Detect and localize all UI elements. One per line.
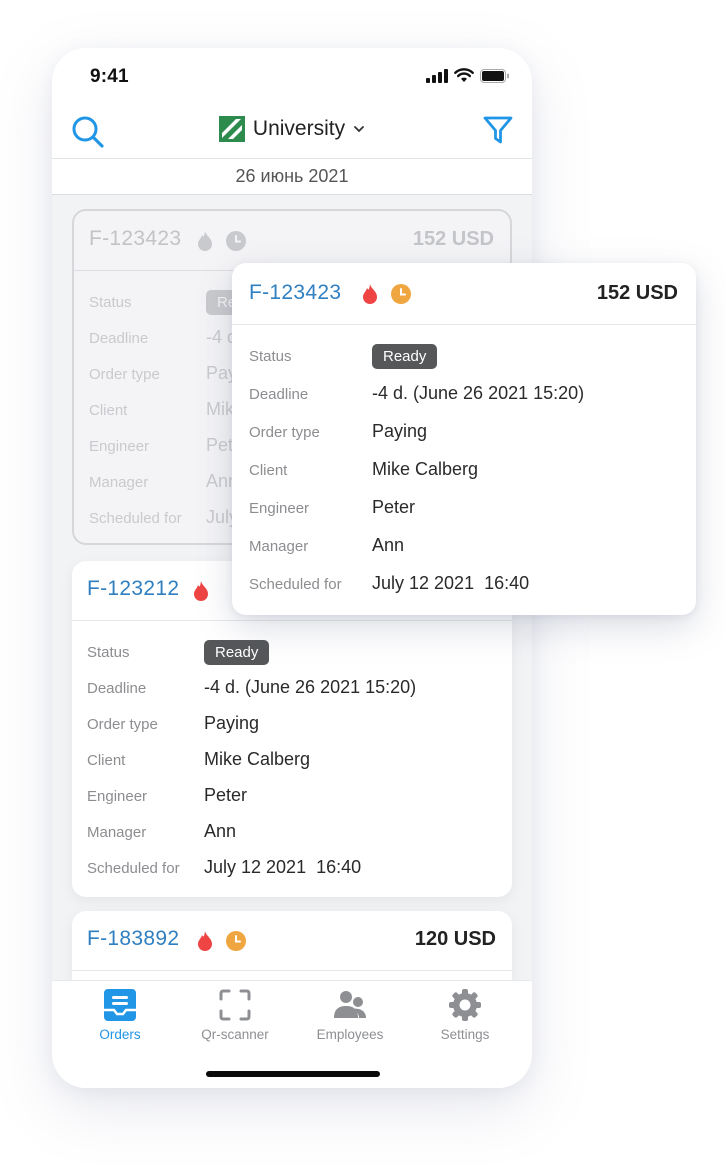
- field-row-deadline: Deadline -4 d. (June 26 2021 15:20): [72, 671, 512, 707]
- field-label: Client: [87, 752, 126, 769]
- field-label: Scheduled for: [89, 510, 182, 527]
- order-flags: [361, 283, 412, 305]
- field-label: Client: [249, 462, 288, 479]
- order-flags: [196, 930, 247, 952]
- tab-settings[interactable]: Settings: [410, 987, 520, 1042]
- tab-label: Qr-scanner: [201, 1027, 269, 1042]
- field-label: Manager: [249, 538, 309, 555]
- field-label: Engineer: [249, 500, 310, 517]
- field-label: Deadline: [249, 386, 309, 403]
- home-indicator[interactable]: [206, 1071, 380, 1077]
- battery-icon: [480, 68, 509, 83]
- filter-icon: [483, 116, 513, 144]
- field-value: Paying: [372, 421, 428, 441]
- urgent-fire-icon: [194, 581, 208, 601]
- field-row-status: Status Ready: [232, 339, 696, 377]
- field-row-manager: Manager Ann: [232, 529, 696, 567]
- order-card-header: F-123423 152 USD: [232, 263, 696, 325]
- clock-icon: [226, 931, 246, 951]
- field-label: Status: [87, 644, 130, 661]
- top-nav-bar: University: [52, 104, 532, 158]
- tab-qr-scanner[interactable]: Qr-scanner: [180, 987, 290, 1042]
- tab-employees[interactable]: Employees: [295, 987, 405, 1042]
- clock-icon: [226, 231, 246, 251]
- field-value: -4 d. (June 26 2021 15:20): [204, 677, 417, 697]
- urgent-fire-icon: [198, 931, 212, 951]
- field-label: Manager: [89, 474, 149, 491]
- gear-icon: [449, 989, 481, 1021]
- tab-label: Orders: [99, 1027, 141, 1042]
- field-row-scheduled: Scheduled for July 12 2021 16:40: [72, 851, 512, 887]
- field-label: Manager: [87, 824, 147, 841]
- wifi-icon: [454, 68, 474, 82]
- orders-inbox-icon: [104, 989, 136, 1021]
- field-label: Engineer: [87, 788, 148, 805]
- field-row-deadline: Deadline -4 d. (June 26 2021 15:20): [232, 377, 696, 415]
- field-label: Status: [89, 294, 132, 311]
- tab-label: Settings: [440, 1027, 490, 1042]
- status-badge: Ready: [372, 344, 438, 369]
- striped-green-logo-icon: [218, 116, 245, 142]
- order-id: F-123212: [87, 577, 180, 600]
- field-value: Mike Calberg: [204, 749, 311, 769]
- field-value: -4 d. (June 26 2021 15:20): [372, 383, 585, 403]
- field-value: July 12 2021 16:40: [372, 573, 530, 593]
- order-id: F-123423: [89, 227, 182, 250]
- field-label: Client: [89, 402, 128, 419]
- order-card-header: F-123423 152 USD: [74, 211, 510, 271]
- tab-label: Employees: [316, 1027, 384, 1042]
- organization-name: University: [252, 117, 346, 140]
- urgent-fire-icon: [363, 284, 377, 304]
- field-row-order-type: Order type Paying: [232, 415, 696, 453]
- field-label: Scheduled for: [249, 576, 342, 593]
- clock-icon: [391, 284, 411, 304]
- status-bar: 9:41: [52, 48, 532, 104]
- status-icons: [426, 68, 510, 83]
- field-row-manager: Manager Ann: [72, 815, 512, 851]
- tab-orders[interactable]: Orders: [65, 987, 175, 1042]
- organization-selector[interactable]: University: [52, 116, 532, 142]
- order-amount: 120 USD: [414, 928, 496, 950]
- field-value: July 12 2021 16:40: [204, 857, 362, 877]
- order-flags: [196, 230, 247, 252]
- field-row-engineer: Engineer Peter: [232, 491, 696, 529]
- field-label: Deadline: [87, 680, 147, 697]
- order-detail-popup-card[interactable]: F-123423 152 USD Status Ready Deadline -4 …: [232, 263, 696, 615]
- field-row-client: Client Mike Calberg: [232, 453, 696, 491]
- field-row-status: Status Ready: [72, 635, 512, 671]
- chevron-down-icon: [354, 126, 364, 133]
- urgent-fire-icon: [198, 231, 212, 251]
- field-value: Ann: [372, 535, 405, 555]
- field-label: Status: [249, 348, 292, 365]
- field-label: Engineer: [89, 438, 150, 455]
- field-value: Ann: [204, 821, 237, 841]
- field-value: Peter: [372, 497, 416, 517]
- order-id: F-183892: [87, 927, 180, 950]
- order-amount: 152 USD: [412, 228, 494, 250]
- filter-button[interactable]: [482, 114, 514, 146]
- field-label: Order type: [87, 716, 158, 733]
- field-value: Paying: [204, 713, 260, 733]
- field-row-client: Client Mike Calberg: [72, 743, 512, 779]
- field-label: Deadline: [89, 330, 149, 347]
- bottom-tab-bar: Orders Qr-scanner Employees Settings: [52, 980, 532, 1088]
- signal-icon: [426, 68, 448, 83]
- field-label: Scheduled for: [87, 860, 180, 877]
- field-value: Peter: [204, 785, 248, 805]
- status-time: 9:41: [90, 66, 129, 87]
- order-id: F-123423: [249, 281, 342, 304]
- status-badge: Ready: [204, 640, 270, 665]
- order-flags: [192, 580, 210, 602]
- field-value: Mike Calberg: [372, 459, 479, 479]
- qr-scan-icon: [219, 989, 251, 1021]
- date-header: 26 июнь 2021: [52, 158, 532, 195]
- order-card-header: F-183892 120 USD: [72, 911, 512, 971]
- field-row-scheduled: Scheduled for July 12 2021 16:40: [232, 567, 696, 605]
- order-amount: 152 USD: [596, 282, 678, 304]
- field-label: Order type: [249, 424, 320, 441]
- field-row-engineer: Engineer Peter: [72, 779, 512, 815]
- field-row-order-type: Order type Paying: [72, 707, 512, 743]
- employees-icon: [334, 991, 366, 1018]
- field-label: Order type: [89, 366, 160, 383]
